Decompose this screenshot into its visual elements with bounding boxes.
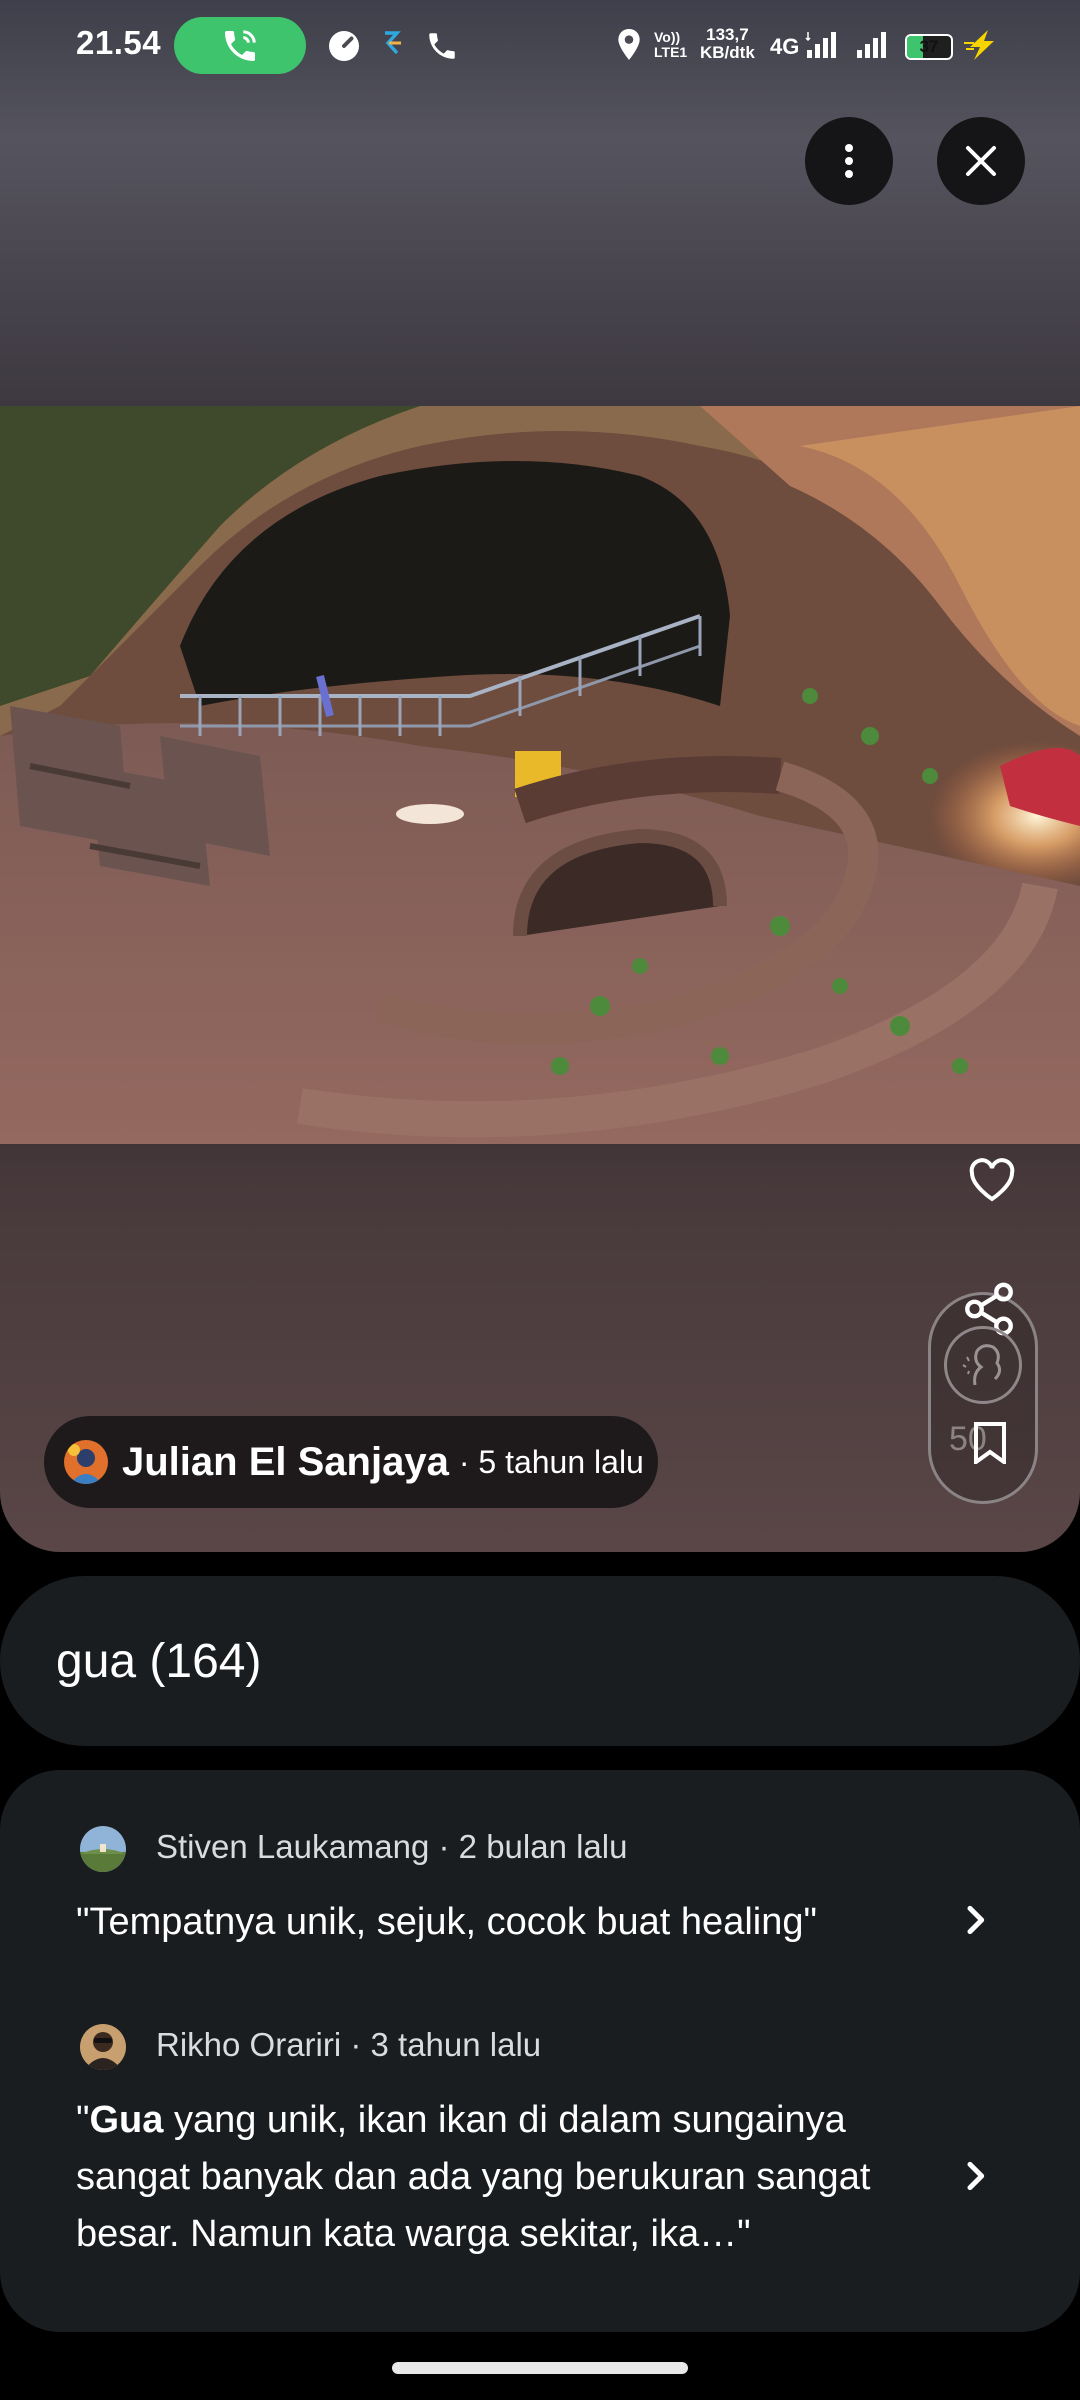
location-pin-icon: [614, 28, 644, 62]
network-speed-value: 133,7: [706, 25, 749, 44]
avatar: [80, 1826, 126, 1872]
cave-photo[interactable]: [0, 406, 1080, 1144]
signal-icon: [854, 28, 890, 62]
more-options-button[interactable]: [805, 117, 893, 205]
reviews-card: Stiven Laukamang · 2 bulan lalu "Tempatn…: [0, 1770, 1080, 2332]
author-name: Julian El Sanjaya: [122, 1439, 449, 1484]
volte-label: Vo)) LTE1: [654, 30, 687, 60]
battery-icon: 37: [905, 34, 953, 60]
more-vert-icon: [845, 144, 853, 178]
signal-icon: [804, 28, 840, 62]
avatar: [64, 1440, 108, 1484]
home-indicator[interactable]: [392, 2362, 688, 2374]
status-bar: 21.54 Vo)) LTE1 133,7 KB/dtk 4G 37: [0, 0, 1080, 96]
battery-level: 37: [919, 37, 939, 56]
network-type: 4G: [770, 34, 800, 59]
review-highlight: Gua: [89, 2099, 164, 2141]
reviewer-name: Rikho Orariri · 3 tahun lalu: [156, 2026, 542, 2063]
chevron-right-icon[interactable]: [955, 1900, 995, 1940]
bookmark-button[interactable]: [972, 1422, 1010, 1466]
topic-card[interactable]: gua (164): [0, 1576, 1080, 1746]
quote-open: ": [76, 2099, 90, 2141]
phone-icon: [424, 28, 460, 64]
network-speed-unit: KB/dtk: [700, 43, 755, 62]
charging-bolt-icon: [962, 28, 1002, 62]
review-text: "Gua yang unik, ikan ikan di dalam sunga…: [76, 2092, 916, 2263]
review-text-rest: yang unik, ikan ikan di dalam sungainya …: [76, 2099, 871, 2255]
chevron-right-icon[interactable]: [955, 2156, 995, 2196]
avatar: [80, 2024, 126, 2070]
author-chip[interactable]: Julian El Sanjaya · 5 tahun lalu: [44, 1416, 658, 1508]
topic-label: gua (164): [56, 1635, 262, 1688]
phone-call-icon: [225, 29, 256, 61]
volte-bottom-text: LTE1: [654, 44, 688, 60]
heart-outline-icon: [969, 1158, 1015, 1202]
status-time: 21.54: [76, 24, 162, 61]
close-icon: [966, 146, 996, 176]
reviewer-name: Stiven Laukamang · 2 bulan lalu: [156, 1828, 628, 1865]
close-button[interactable]: [937, 117, 1025, 205]
cave-photo-image: [0, 406, 1080, 1144]
review-text: "Tempatnya unik, sejuk, cocok buat heali…: [76, 1901, 817, 1943]
like-button[interactable]: [962, 1150, 1022, 1210]
app-r-icon: [380, 28, 406, 58]
network-speed: 133,7 KB/dtk: [700, 26, 755, 62]
photo-viewer: 21.54 Vo)) LTE1 133,7 KB/dtk 4G 37 50 Ju…: [0, 0, 1080, 1552]
author-meta: · 5 tahun lalu: [458, 1443, 644, 1480]
ongoing-call-chip[interactable]: [174, 17, 306, 74]
volte-top-text: Vo)): [654, 29, 681, 45]
face-icon: [944, 1326, 1022, 1404]
bookmark-icon: [974, 1422, 1006, 1466]
speedometer-icon: [326, 28, 362, 64]
